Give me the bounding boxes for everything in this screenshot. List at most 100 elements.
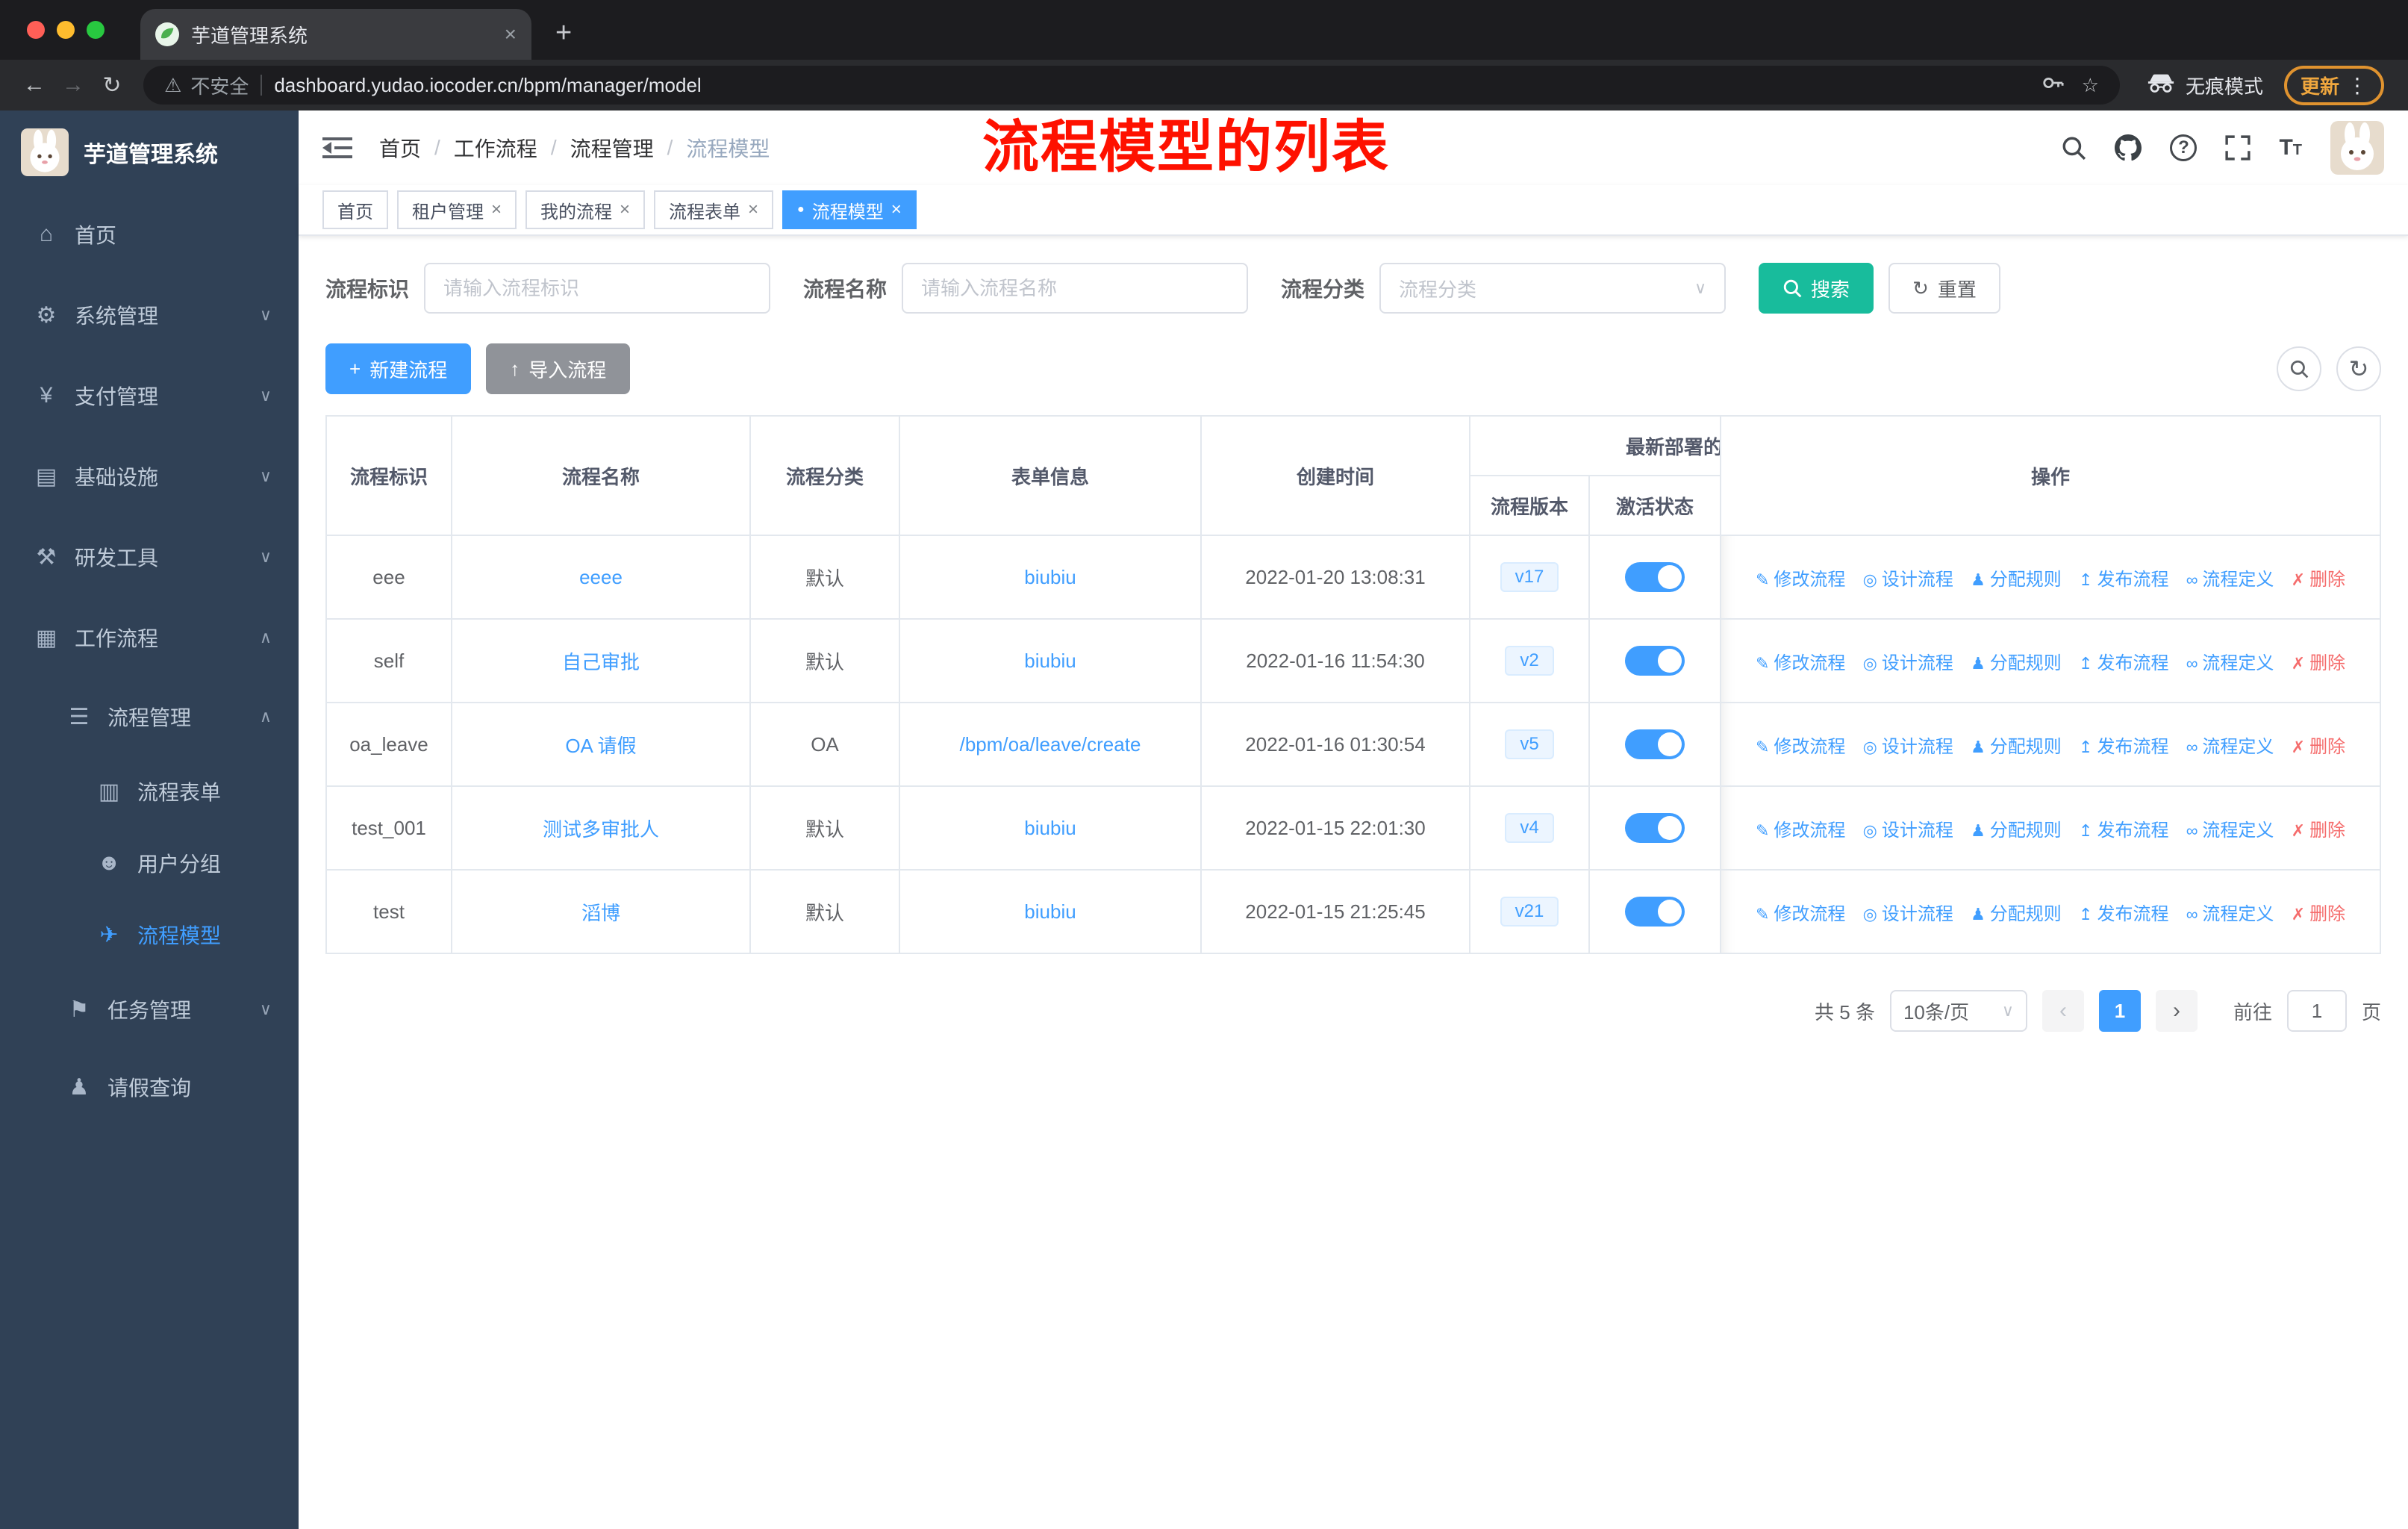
sidebar-item-leave-query[interactable]: ♟ 请假查询 [0, 1048, 299, 1126]
action-design-process[interactable]: ◎ 设计流程 [1863, 653, 1953, 673]
action-publish-process[interactable]: ↥ 发布流程 [2079, 737, 2168, 757]
current-page-button[interactable]: 1 [2098, 990, 2141, 1032]
tab-close-icon[interactable]: × [505, 22, 517, 46]
action-process-definition[interactable]: ∞ 流程定义 [2186, 570, 2274, 590]
action-assign-rule[interactable]: ♟ 分配规则 [1971, 570, 2062, 590]
browser-tab[interactable]: 芋道管理系统 × [140, 9, 531, 60]
action-delete[interactable]: ✗ 删除 [2292, 570, 2345, 590]
fullscreen-icon[interactable] [2225, 135, 2251, 161]
sidebar-item-workflow[interactable]: ▦ 工作流程 ∧ [0, 597, 299, 678]
toggle-search-button[interactable] [2277, 346, 2321, 391]
close-window-button[interactable] [27, 21, 45, 39]
sidebar-item-process-management[interactable]: ☰ 流程管理 ∧ [0, 678, 299, 756]
bookmark-star-icon[interactable]: ☆ [2082, 74, 2099, 97]
page-size-select[interactable]: 10条/页 ∨ [1889, 990, 2027, 1032]
sidebar-item-process-form[interactable]: ▥ 流程表单 [0, 756, 299, 827]
form-link[interactable]: /bpm/oa/leave/create [960, 733, 1141, 756]
action-design-process[interactable]: ◎ 设计流程 [1863, 904, 1953, 924]
active-toggle[interactable] [1625, 562, 1685, 592]
action-delete[interactable]: ✗ 删除 [2292, 820, 2345, 841]
sidebar-item-user-group[interactable]: ☻ 用户分组 [0, 827, 299, 899]
process-name-link[interactable]: OA 请假 [565, 735, 636, 757]
action-assign-rule[interactable]: ♟ 分配规则 [1971, 737, 2062, 757]
zoom-window-button[interactable] [87, 21, 105, 39]
sidebar-item-system[interactable]: ⚙ 系统管理 ∨ [0, 275, 299, 355]
tag-tenant[interactable]: 租户管理 × [397, 190, 517, 229]
form-link[interactable]: biubiu [1024, 817, 1076, 839]
breadcrumb-process-management[interactable]: 流程管理 [570, 133, 654, 163]
action-design-process[interactable]: ◎ 设计流程 [1863, 820, 1953, 841]
action-edit-process[interactable]: ✎ 修改流程 [1756, 737, 1845, 757]
process-name-link[interactable]: 滔博 [581, 902, 620, 924]
tag-home[interactable]: 首页 [322, 190, 388, 229]
process-name-link[interactable]: 自己审批 [562, 651, 640, 673]
active-toggle[interactable] [1625, 729, 1685, 759]
tag-process-form[interactable]: 流程表单 × [654, 190, 774, 229]
process-id-input[interactable] [424, 263, 771, 314]
search-icon[interactable] [2061, 135, 2086, 161]
search-button[interactable]: 搜索 [1759, 263, 1874, 314]
font-size-icon[interactable]: TT [2279, 135, 2302, 161]
import-process-button[interactable]: ↑ 导入流程 [486, 343, 631, 394]
refresh-table-button[interactable]: ↻ [2336, 346, 2381, 391]
sidebar-item-devtools[interactable]: ⚒ 研发工具 ∨ [0, 517, 299, 597]
action-publish-process[interactable]: ↥ 发布流程 [2079, 904, 2168, 924]
sidebar-item-process-model[interactable]: ✈ 流程模型 [0, 899, 299, 971]
action-design-process[interactable]: ◎ 设计流程 [1863, 570, 1953, 590]
action-publish-process[interactable]: ↥ 发布流程 [2079, 570, 2168, 590]
new-tab-button[interactable]: + [555, 17, 572, 49]
sidebar-item-infrastructure[interactable]: ▤ 基础设施 ∨ [0, 436, 299, 517]
tag-process-model[interactable]: ● 流程模型 × [782, 190, 917, 229]
reset-button[interactable]: ↻ 重置 [1888, 263, 2000, 314]
url-bar[interactable]: ⚠ 不安全 dashboard.yudao.iocoder.cn/bpm/man… [143, 66, 2120, 105]
breadcrumb-home[interactable]: 首页 [379, 133, 421, 163]
action-delete[interactable]: ✗ 删除 [2292, 653, 2345, 673]
close-icon[interactable]: × [491, 199, 502, 220]
action-process-definition[interactable]: ∞ 流程定义 [2186, 820, 2274, 841]
github-icon[interactable] [2115, 134, 2142, 161]
user-avatar[interactable] [2330, 121, 2384, 175]
sidebar-item-task-management[interactable]: ⚑ 任务管理 ∨ [0, 971, 299, 1048]
action-delete[interactable]: ✗ 删除 [2292, 737, 2345, 757]
action-delete[interactable]: ✗ 删除 [2292, 904, 2345, 924]
back-icon[interactable]: ← [15, 72, 54, 98]
process-name-link[interactable]: 测试多审批人 [543, 818, 659, 841]
action-publish-process[interactable]: ↥ 发布流程 [2079, 820, 2168, 841]
security-warning[interactable]: ⚠ 不安全 [164, 72, 249, 99]
action-edit-process[interactable]: ✎ 修改流程 [1756, 820, 1845, 841]
browser-menu-icon[interactable]: ⋮ [2347, 73, 2368, 98]
action-process-definition[interactable]: ∞ 流程定义 [2186, 737, 2274, 757]
minimize-window-button[interactable] [57, 21, 75, 39]
process-name-link[interactable]: eeee [579, 566, 623, 588]
breadcrumb-workflow[interactable]: 工作流程 [454, 133, 537, 163]
next-page-button[interactable]: › [2155, 990, 2198, 1032]
reload-icon[interactable]: ↻ [93, 72, 131, 99]
close-icon[interactable]: × [748, 199, 758, 220]
action-assign-rule[interactable]: ♟ 分配规则 [1971, 653, 2062, 673]
form-link[interactable]: biubiu [1024, 900, 1076, 923]
action-assign-rule[interactable]: ♟ 分配规则 [1971, 904, 2062, 924]
action-edit-process[interactable]: ✎ 修改流程 [1756, 570, 1845, 590]
sidebar-item-home[interactable]: ⌂ 首页 [0, 194, 299, 275]
action-assign-rule[interactable]: ♟ 分配规则 [1971, 820, 2062, 841]
process-name-input[interactable] [902, 263, 1249, 314]
password-key-icon[interactable] [2042, 72, 2064, 99]
close-icon[interactable]: × [891, 199, 902, 220]
form-link[interactable]: biubiu [1024, 650, 1076, 672]
sidebar-item-payment[interactable]: ¥ 支付管理 ∨ [0, 355, 299, 436]
update-button[interactable]: 更新 ⋮ [2283, 65, 2384, 105]
action-edit-process[interactable]: ✎ 修改流程 [1756, 904, 1845, 924]
active-toggle[interactable] [1625, 897, 1685, 927]
sidebar-collapse-icon[interactable] [322, 134, 352, 161]
active-toggle[interactable] [1625, 813, 1685, 843]
action-process-definition[interactable]: ∞ 流程定义 [2186, 653, 2274, 673]
form-link[interactable]: biubiu [1024, 566, 1076, 588]
help-icon[interactable]: ? [2170, 134, 2198, 161]
active-toggle[interactable] [1625, 646, 1685, 676]
tag-my-process[interactable]: 我的流程 × [525, 190, 646, 229]
close-icon[interactable]: × [620, 199, 630, 220]
create-process-button[interactable]: + 新建流程 [325, 343, 472, 394]
category-select[interactable]: 流程分类 ∨ [1379, 263, 1727, 314]
action-design-process[interactable]: ◎ 设计流程 [1863, 737, 1953, 757]
action-process-definition[interactable]: ∞ 流程定义 [2186, 904, 2274, 924]
